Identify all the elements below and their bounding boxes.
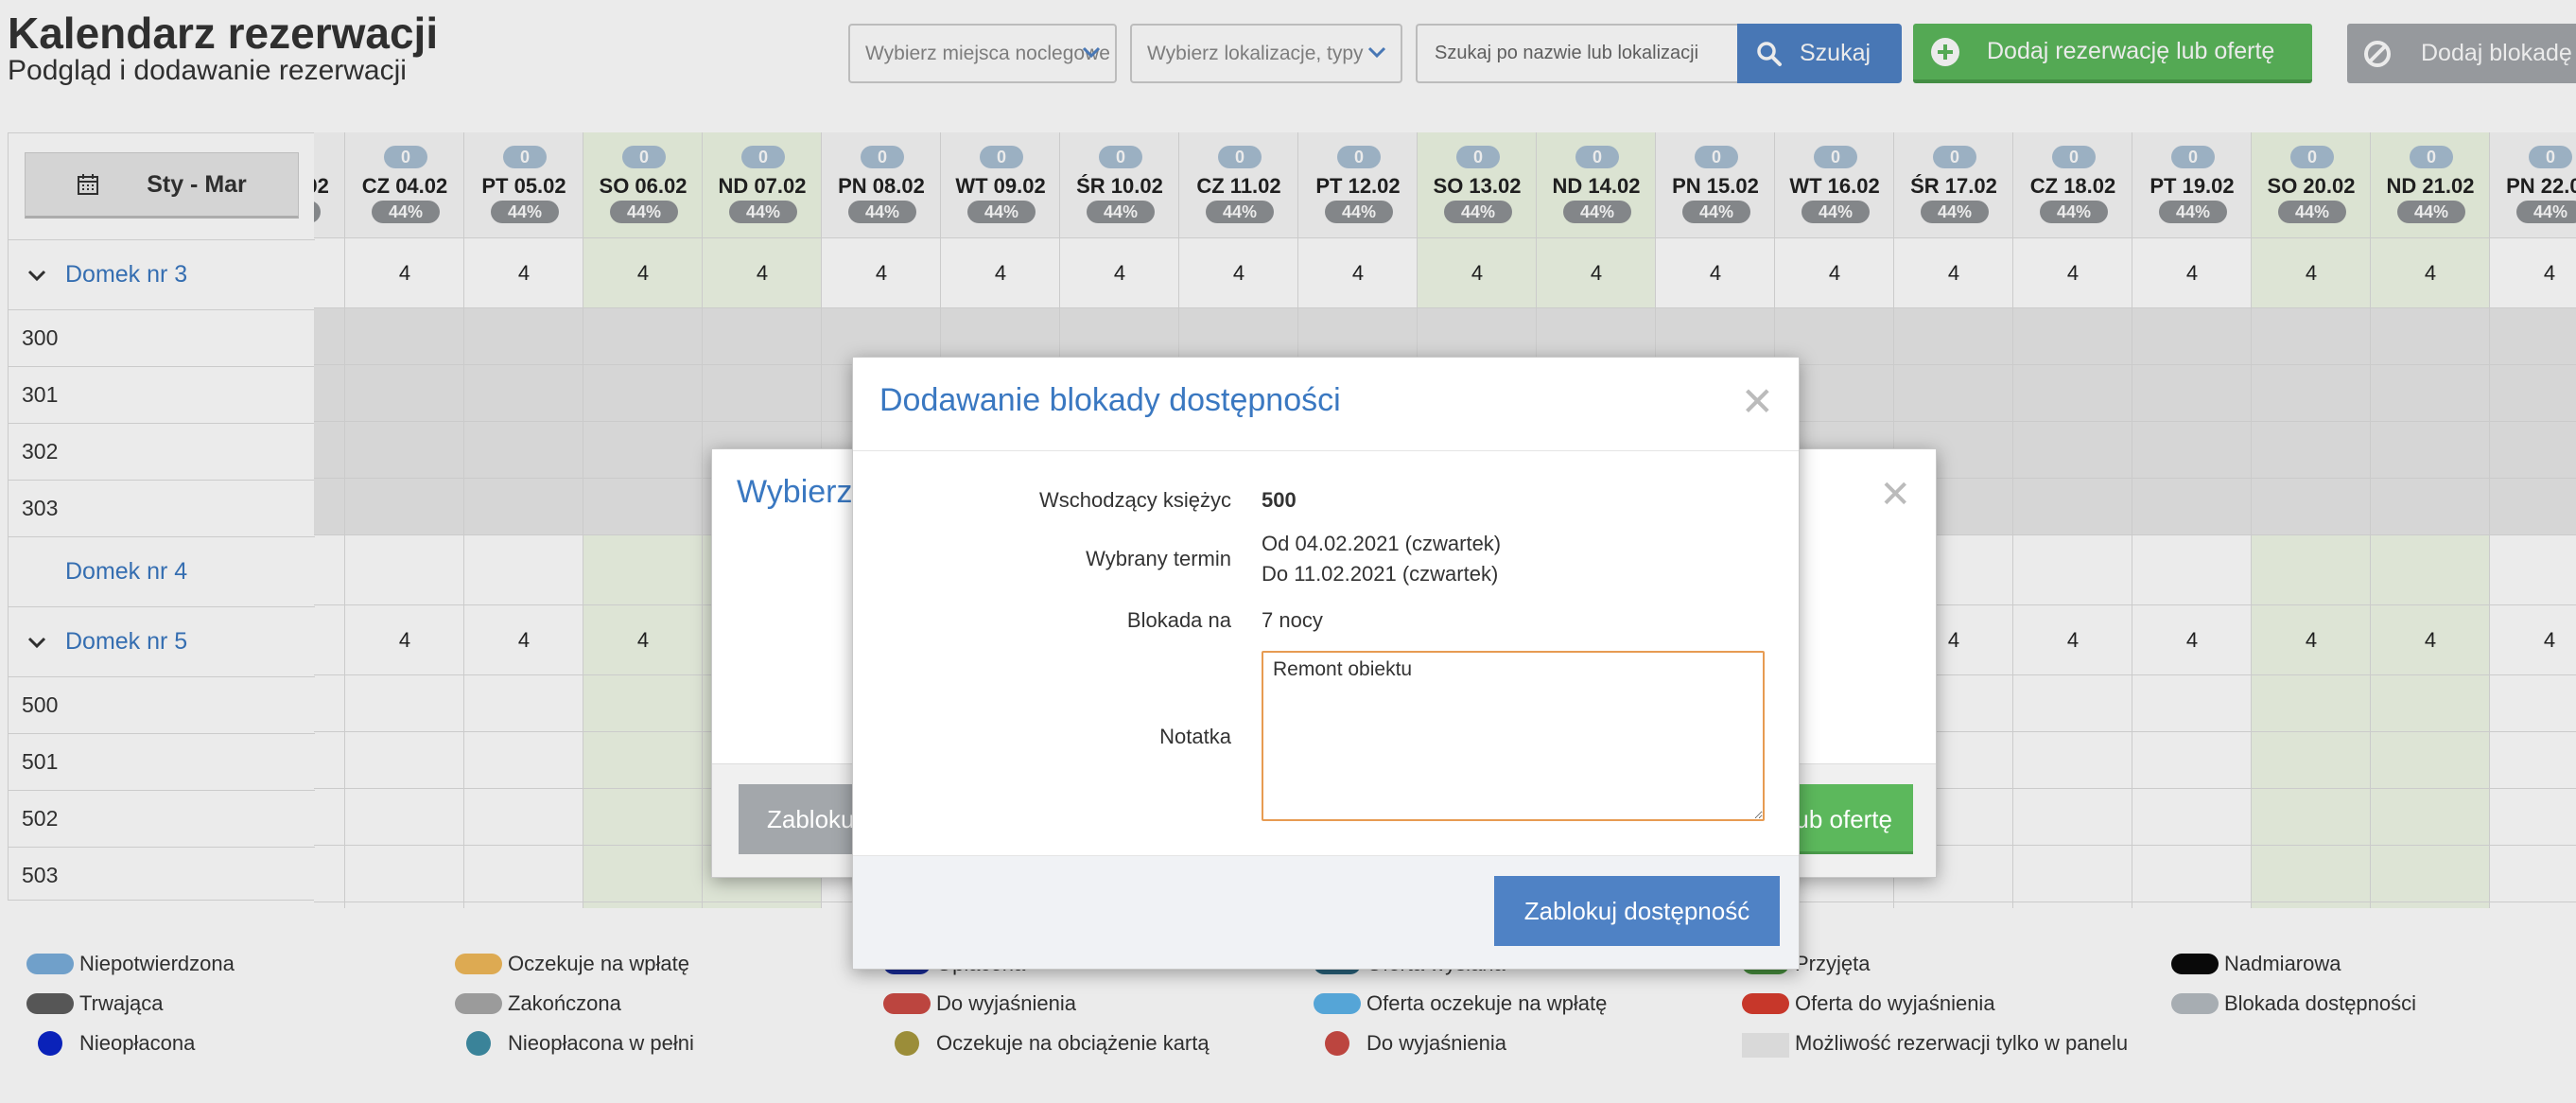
close-icon[interactable]: ✕ (1879, 476, 1911, 514)
term-label: Wybrany termin (1086, 547, 1231, 570)
add-block-modal-title: Dodawanie blokady dostępności (879, 382, 1341, 418)
block-length-value: 7 nocy (1262, 608, 1323, 632)
select-action-modal-title: Wybierz (737, 474, 853, 510)
block-availability-button[interactable]: Zablokuj dostępność (1494, 876, 1780, 946)
add-reservation-modal-button[interactable]: Dodaj rezerwację lub ofertę (1781, 784, 1913, 854)
close-icon[interactable]: ✕ (1741, 382, 1774, 422)
term-from: Od 04.02.2021 (czwartek) (1262, 532, 1502, 555)
note-textarea[interactable] (1262, 651, 1765, 821)
property-label: Wschodzący księżyc (1039, 488, 1231, 512)
add-block-modal: Dodawanie blokady dostępności ✕ Wschodzą… (852, 357, 1800, 970)
modal-divider (853, 450, 1799, 451)
note-label: Notatka (1159, 725, 1231, 748)
property-value: 500 (1262, 488, 1297, 512)
block-length-label: Blokada na (1126, 608, 1231, 632)
term-to: Do 11.02.2021 (czwartek) (1262, 562, 1499, 586)
